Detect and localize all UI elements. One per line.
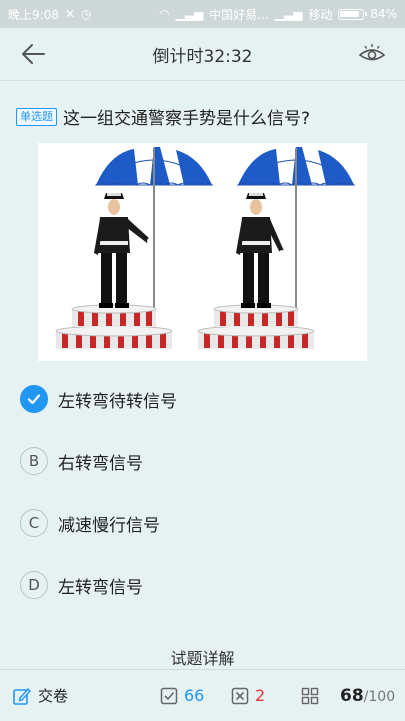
question-image [38, 143, 367, 361]
edit-icon [13, 687, 31, 705]
option-b[interactable]: B 右转弯信号 [20, 444, 390, 478]
signal-icon: ▁▃▅ [175, 7, 204, 21]
header: 倒计时32:32 [0, 28, 405, 81]
option-c-letter: C [20, 509, 48, 537]
alarm-icon: ◷ [81, 7, 92, 21]
page-title: 倒计时32:32 [152, 46, 253, 67]
status-time: 晚上9:08 [8, 7, 59, 22]
arrow-left-icon [22, 44, 45, 64]
battery-level: 84% [370, 7, 397, 21]
x-box-icon [231, 687, 249, 704]
wrong-count-button[interactable]: 2 [231, 670, 265, 721]
correct-count: 66 [184, 686, 205, 705]
progress-total: /100 [363, 688, 396, 705]
wrong-count: 2 [255, 686, 266, 705]
grid-icon [301, 687, 319, 704]
option-a[interactable]: 左转弯待转信号 [20, 382, 390, 416]
police-figure-right [197, 147, 356, 349]
submit-exam-button[interactable]: 交卷 [12, 670, 68, 721]
correct-count-button[interactable]: 66 [160, 670, 204, 721]
question-progress: 68 /100 [340, 670, 395, 721]
wifi-icon: ◠ [159, 7, 170, 21]
question-type-badge: 单选题 [16, 107, 57, 126]
option-a-label: 左转弯待转信号 [58, 391, 177, 412]
battery-icon [338, 8, 368, 20]
option-d[interactable]: D 左转弯信号 [20, 568, 390, 602]
back-button[interactable] [18, 40, 50, 68]
question-text: 这一组交通警察手势是什么信号? [63, 109, 311, 129]
answer-sheet-button[interactable] [301, 670, 319, 721]
option-c-label: 减速慢行信号 [58, 515, 160, 536]
progress-current: 68 [340, 685, 364, 706]
option-a-selected-check [20, 385, 48, 413]
option-d-label: 左转弯信号 [58, 577, 143, 598]
eye-icon [358, 44, 386, 61]
option-c[interactable]: C 减速慢行信号 [20, 506, 390, 540]
question: 单选题 这一组交通警察手势是什么信号? [16, 104, 391, 129]
option-b-letter: B [20, 447, 48, 475]
status-bar: 晚上9:08 ✕ ◷ ◠ ▁▃▅ 中国好易... ▁▃▅ 移动 84% [0, 0, 405, 28]
submit-label: 交卷 [38, 687, 69, 705]
carrier-2: 移动 [308, 7, 333, 22]
mute-icon: ✕ [64, 7, 76, 21]
signal-icon-2: ▁▃▅ [274, 7, 303, 21]
question-detail-link[interactable]: 试题详解 [0, 645, 405, 669]
check-box-icon [160, 687, 178, 704]
option-d-letter: D [20, 571, 48, 599]
bottom-bar: 交卷 66 2 68 /100 [0, 669, 405, 721]
check-icon [27, 394, 41, 405]
eye-button[interactable] [357, 42, 387, 66]
carrier-1: 中国好易... [209, 7, 269, 22]
option-b-label: 右转弯信号 [58, 453, 143, 474]
police-figure-left [55, 147, 214, 349]
